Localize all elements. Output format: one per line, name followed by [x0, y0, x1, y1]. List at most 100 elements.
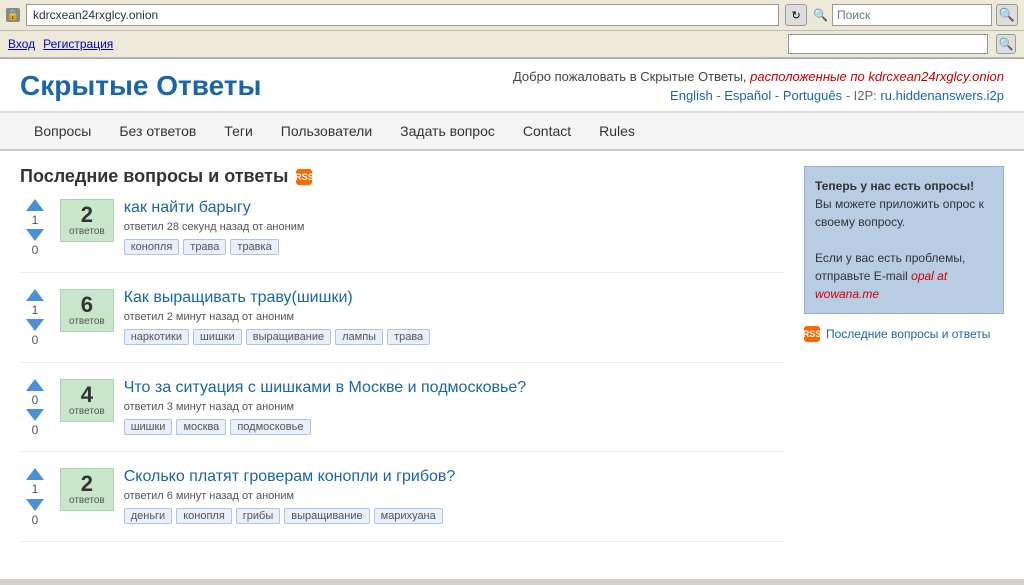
browser-search-input[interactable]	[832, 4, 992, 26]
browser-lock-icon: 🔒	[6, 8, 20, 22]
tag[interactable]: грибы	[236, 508, 280, 524]
question-title[interactable]: Что за ситуация с шишками в Москве и под…	[124, 379, 784, 397]
answer-count: 2	[69, 473, 105, 495]
answer-label: ответов	[69, 316, 105, 327]
nav-tags[interactable]: Теги	[210, 113, 266, 149]
tag[interactable]: наркотики	[124, 329, 189, 345]
question-title[interactable]: Сколько платят гроверам конопли и грибов…	[124, 468, 784, 486]
tag[interactable]: трава	[387, 329, 430, 345]
question-item: 1 0 2 ответов Сколько платят гроверам ко…	[20, 468, 784, 542]
vote-box: 1 0	[20, 468, 50, 527]
vote-up-count: 0	[32, 393, 39, 407]
tag[interactable]: москва	[176, 419, 226, 435]
answer-count-box: 2 ответов	[60, 199, 114, 242]
header-right: Добро пожаловать в Скрытые Ответы, распо…	[513, 69, 1004, 103]
address-text: kdrcxean24rxglcy.onion	[33, 8, 158, 22]
tag[interactable]: трава	[183, 239, 226, 255]
tag[interactable]: шишки	[193, 329, 242, 345]
vote-down-button[interactable]	[26, 319, 44, 331]
bookmark-register[interactable]: Регистрация	[43, 37, 113, 51]
search-input-top[interactable]	[788, 34, 988, 54]
question-item: 1 0 6 ответов Как выращивать траву(шишки…	[20, 289, 784, 363]
address-bar[interactable]: kdrcxean24rxglcy.onion	[26, 4, 779, 26]
vote-up-button[interactable]	[26, 468, 44, 480]
sidebar-notice-line1: Теперь у нас есть опросы!	[815, 179, 974, 193]
vote-down-button[interactable]	[26, 499, 44, 511]
page-wrapper: Скрытые Ответы Добро пожаловать в Скрыты…	[0, 59, 1024, 579]
nav-users[interactable]: Пользователи	[267, 113, 386, 149]
tag[interactable]: выращивание	[246, 329, 331, 345]
question-meta: ответил 3 минут назад от аноним	[124, 401, 784, 413]
question-item: 1 0 2 ответов как найти барыгу ответил 2…	[20, 199, 784, 273]
refresh-button[interactable]: ↻	[785, 4, 807, 26]
vote-up-button[interactable]	[26, 289, 44, 301]
question-title[interactable]: Как выращивать траву(шишки)	[124, 289, 784, 307]
answer-label: ответов	[69, 406, 105, 417]
nav-contact[interactable]: Contact	[509, 113, 585, 149]
question-body: Как выращивать траву(шишки) ответил 2 ми…	[124, 289, 784, 345]
search-top-button[interactable]: 🔍	[996, 34, 1016, 54]
answer-label: ответов	[69, 226, 105, 237]
answer-count-box: 2 ответов	[60, 468, 114, 511]
welcome-prefix: Добро пожаловать в Скрытые Ответы,	[513, 69, 750, 84]
nav-bar: Вопросы Без ответов Теги Пользователи За…	[0, 113, 1024, 151]
question-meta: ответил 2 минут назад от аноним	[124, 311, 784, 323]
vote-up-button[interactable]	[26, 379, 44, 391]
answer-count-box: 6 ответов	[60, 289, 114, 332]
tag[interactable]: подмосковье	[230, 419, 310, 435]
tag[interactable]: конопля	[176, 508, 232, 524]
tag[interactable]: лампы	[335, 329, 383, 345]
sidebar-rss-icon: RSS	[804, 326, 820, 342]
vote-down-count: 0	[32, 513, 39, 527]
i2p-link[interactable]: ru.hiddenanswers.i2p	[880, 88, 1004, 103]
question-body: Сколько платят гроверам конопли и грибов…	[124, 468, 784, 524]
tags-container: наркотикишишкивыращиваниелампытрава	[124, 329, 784, 345]
tags-container: шишкимоскваподмосковье	[124, 419, 784, 435]
vote-down-button[interactable]	[26, 229, 44, 241]
onion-link[interactable]: расположенные по kdrcxean24rxglcy.onion	[750, 69, 1004, 84]
nav-questions[interactable]: Вопросы	[20, 113, 105, 149]
lang-espanol[interactable]: Español	[724, 88, 771, 103]
vote-up-count: 1	[32, 482, 39, 496]
tag[interactable]: марихуана	[374, 508, 443, 524]
question-meta: ответил 28 секунд назад от аноним	[124, 221, 784, 233]
browser-chrome: 🔒 kdrcxean24rxglcy.onion ↻ 🔍 🔍 Вход Реги…	[0, 0, 1024, 59]
vote-down-button[interactable]	[26, 409, 44, 421]
browser-search-button[interactable]: 🔍	[996, 4, 1018, 26]
vote-up-button[interactable]	[26, 199, 44, 211]
bookmark-login[interactable]: Вход	[8, 37, 35, 51]
section-title: Последние вопросы и ответы RSS	[20, 166, 784, 187]
tag[interactable]: деньги	[124, 508, 173, 524]
vote-down-count: 0	[32, 333, 39, 347]
browser-toolbar: 🔒 kdrcxean24rxglcy.onion ↻ 🔍 🔍	[0, 0, 1024, 31]
vote-box: 1 0	[20, 289, 50, 348]
section-title-text: Последние вопросы и ответы	[20, 166, 288, 187]
question-title[interactable]: как найти барыгу	[124, 199, 784, 217]
sidebar-notice-line2: Вы можете приложить опрос к своему вопро…	[815, 197, 984, 229]
lang-english[interactable]: English	[670, 88, 713, 103]
question-meta: ответил 6 минут назад от аноним	[124, 490, 784, 502]
nav-ask[interactable]: Задать вопрос	[386, 113, 509, 149]
tag[interactable]: выращивание	[284, 508, 369, 524]
sidebar-notice: Теперь у нас есть опросы! Вы можете прил…	[804, 166, 1004, 314]
site-title: Скрытые Ответы	[20, 70, 261, 102]
tag[interactable]: травка	[230, 239, 278, 255]
sidebar-rss[interactable]: RSS Последние вопросы и ответы	[804, 326, 1004, 342]
rss-icon[interactable]: RSS	[296, 169, 312, 185]
page-header: Скрытые Ответы Добро пожаловать в Скрыты…	[0, 59, 1024, 113]
question-item: 0 0 4 ответов Что за ситуация с шишками …	[20, 379, 784, 453]
tags-container: деньгиконоплягрибывыращивание марихуана	[124, 508, 784, 524]
bookmark-bar: Вход Регистрация 🔍	[0, 31, 1024, 58]
answer-count-box: 4 ответов	[60, 379, 114, 422]
nav-rules[interactable]: Rules	[585, 113, 649, 149]
nav-unanswered[interactable]: Без ответов	[105, 113, 210, 149]
questions-list: 1 0 2 ответов как найти барыгу ответил 2…	[20, 199, 784, 542]
question-body: Что за ситуация с шишками в Москве и под…	[124, 379, 784, 435]
tag[interactable]: шишки	[124, 419, 173, 435]
lang-portugues[interactable]: Português	[783, 88, 842, 103]
vote-box: 0 0	[20, 379, 50, 438]
i2p-label: I2P:	[854, 88, 877, 103]
search-area: 🔍 🔍	[813, 4, 1018, 26]
tag[interactable]: конопля	[124, 239, 180, 255]
sidebar-rss-label: Последние вопросы и ответы	[826, 327, 990, 341]
